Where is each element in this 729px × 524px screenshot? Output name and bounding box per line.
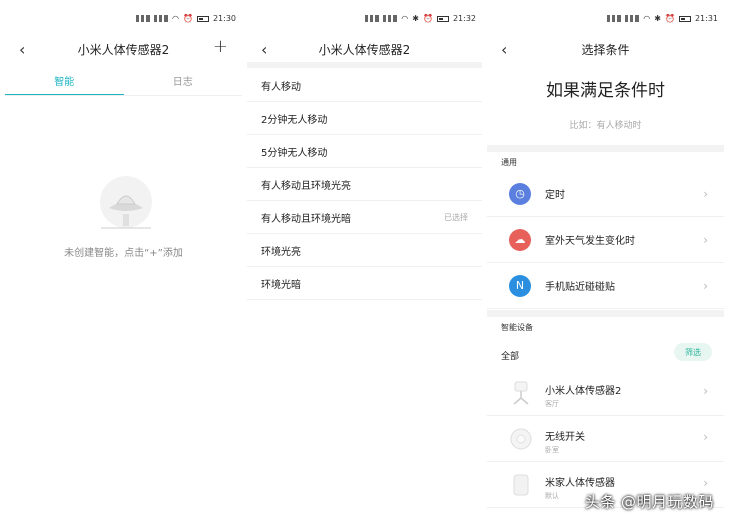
status-time: 21:30 bbox=[212, 14, 236, 23]
device-room: 卧室 bbox=[545, 446, 559, 454]
condition-label: 5分钟无人移动 bbox=[261, 147, 328, 159]
empty-state-text: 未创建智能，点击“+”添加 bbox=[64, 248, 183, 259]
screen-choose-condition: ◠ ✱ ⏰ 21:31 ‹ 选择条件 如果满足条件时 比如：有人移动时 通用 ◷… bbox=[487, 0, 724, 524]
chevron-right-icon: › bbox=[703, 476, 708, 490]
condition-label: 环境光暗 bbox=[261, 279, 301, 291]
signal-icon bbox=[625, 15, 640, 22]
nav-bar: ‹ 小米人体传感器2 bbox=[247, 38, 482, 60]
general-item-timer[interactable]: ◷ 定时 › bbox=[487, 171, 724, 217]
general-item-nfc[interactable]: N 手机贴近碰碰贴 › bbox=[487, 263, 724, 309]
chevron-right-icon: › bbox=[703, 186, 708, 201]
list-item[interactable]: 5分钟无人移动 bbox=[247, 135, 482, 168]
signal-icon bbox=[153, 15, 168, 22]
status-time: 21:32 bbox=[452, 14, 476, 23]
weather-icon: ☁ bbox=[509, 228, 531, 251]
back-icon[interactable]: ‹ bbox=[501, 40, 507, 59]
wifi-icon: ◠ bbox=[401, 14, 409, 23]
signal-icon bbox=[607, 15, 622, 22]
section-label-general: 通用 bbox=[501, 158, 517, 167]
add-icon[interactable]: + bbox=[213, 36, 228, 57]
wifi-icon: ◠ bbox=[643, 14, 651, 23]
nav-bar: ‹ 选择条件 bbox=[487, 38, 724, 60]
condition-label: 有人移动 bbox=[261, 81, 301, 93]
list-item[interactable]: 环境光亮 bbox=[247, 234, 482, 267]
bluetooth-icon: ✱ bbox=[412, 14, 419, 23]
divider bbox=[487, 310, 724, 317]
general-item-label: 定时 bbox=[545, 190, 565, 201]
clock-icon: ◷ bbox=[509, 182, 531, 205]
bluetooth-icon: ✱ bbox=[654, 14, 661, 23]
screen-smart-list: ◠ ⏰ 21:30 ‹ 小米人体传感器2 + 智能 日志 未创建智能，点击“+”… bbox=[5, 0, 242, 524]
list-item[interactable]: 环境光暗 bbox=[247, 267, 482, 300]
motion-sensor-icon bbox=[513, 381, 529, 405]
general-item-label: 室外天气发生变化时 bbox=[545, 236, 635, 247]
divider bbox=[247, 62, 482, 68]
page-title: 选择条件 bbox=[581, 42, 630, 57]
list-item[interactable]: 有人移动且环境光亮 bbox=[247, 168, 482, 201]
list-item[interactable]: 有人移动 bbox=[247, 69, 482, 102]
alarm-icon: ⏰ bbox=[182, 14, 193, 23]
back-icon[interactable]: ‹ bbox=[19, 40, 25, 59]
device-name: 米家人体传感器 bbox=[545, 478, 615, 489]
nav-bar: ‹ 小米人体传感器2 + bbox=[5, 36, 242, 60]
status-bar: ◠ ✱ ⏰ 21:31 bbox=[607, 14, 718, 23]
condition-label: 有人移动且环境光暗 bbox=[261, 213, 351, 225]
nfc-icon: N bbox=[509, 274, 531, 297]
alarm-icon: ⏰ bbox=[664, 14, 675, 23]
list-item[interactable]: 2分钟无人移动 bbox=[247, 102, 482, 135]
device-name: 小米人体传感器2 bbox=[545, 386, 622, 397]
battery-icon bbox=[678, 15, 691, 22]
screen-condition-list: ◠ ✱ ⏰ 21:32 ‹ 小米人体传感器2 有人移动 2分钟无人移动 5分钟无… bbox=[247, 0, 482, 524]
human-sensor-icon bbox=[513, 474, 529, 496]
condition-hint: 比如：有人移动时 bbox=[569, 121, 642, 131]
signal-icon bbox=[383, 15, 398, 22]
chevron-right-icon: › bbox=[703, 430, 708, 444]
tab-bar: 智能 日志 bbox=[5, 68, 242, 96]
signal-icon bbox=[365, 15, 380, 22]
status-bar: ◠ ⏰ 21:30 bbox=[135, 14, 236, 23]
condition-label: 2分钟无人移动 bbox=[261, 114, 328, 126]
back-icon[interactable]: ‹ bbox=[261, 40, 267, 59]
watermark: 头条 @明月玩数码 bbox=[584, 493, 714, 511]
divider bbox=[487, 145, 724, 152]
wifi-icon: ◠ bbox=[171, 14, 179, 23]
tab-log[interactable]: 日志 bbox=[124, 68, 243, 96]
device-room: 客厅 bbox=[545, 400, 559, 408]
device-item[interactable]: 小米人体传感器2 客厅 › bbox=[487, 370, 724, 416]
empty-ufo-icon bbox=[100, 176, 152, 229]
section-label-devices: 智能设备 bbox=[501, 323, 533, 332]
device-name: 无线开关 bbox=[545, 432, 585, 443]
general-item-weather[interactable]: ☁ 室外天气发生变化时 › bbox=[487, 217, 724, 263]
general-item-label: 手机贴近碰碰贴 bbox=[545, 282, 615, 293]
selected-badge: 已选择 bbox=[444, 212, 468, 222]
condition-label: 环境光亮 bbox=[261, 246, 301, 258]
filter-all-label: 全部 bbox=[501, 352, 520, 362]
device-room: 默认 bbox=[545, 492, 559, 500]
page-title: 小米人体传感器2 bbox=[318, 42, 411, 57]
alarm-icon: ⏰ bbox=[422, 14, 433, 23]
signal-icon bbox=[135, 15, 150, 22]
battery-icon bbox=[436, 15, 449, 22]
list-item[interactable]: 有人移动且环境光暗 已选择 bbox=[247, 201, 482, 234]
battery-icon bbox=[196, 15, 209, 22]
device-item[interactable]: 无线开关 卧室 › bbox=[487, 416, 724, 462]
chevron-right-icon: › bbox=[703, 384, 708, 398]
chevron-right-icon: › bbox=[703, 232, 708, 247]
tab-smart[interactable]: 智能 bbox=[5, 68, 124, 96]
divider bbox=[5, 95, 242, 96]
condition-label: 有人移动且环境光亮 bbox=[261, 180, 351, 192]
wireless-switch-icon bbox=[510, 428, 532, 450]
status-bar: ◠ ✱ ⏰ 21:32 bbox=[365, 14, 476, 23]
status-time: 21:31 bbox=[694, 14, 718, 23]
chevron-right-icon: › bbox=[703, 278, 708, 293]
condition-heading: 如果满足条件时 bbox=[546, 81, 665, 101]
condition-list: 有人移动 2分钟无人移动 5分钟无人移动 有人移动且环境光亮 有人移动且环境光暗… bbox=[247, 69, 482, 300]
page-title: 小米人体传感器2 bbox=[77, 42, 170, 57]
filter-button[interactable]: 筛选 bbox=[674, 343, 712, 361]
